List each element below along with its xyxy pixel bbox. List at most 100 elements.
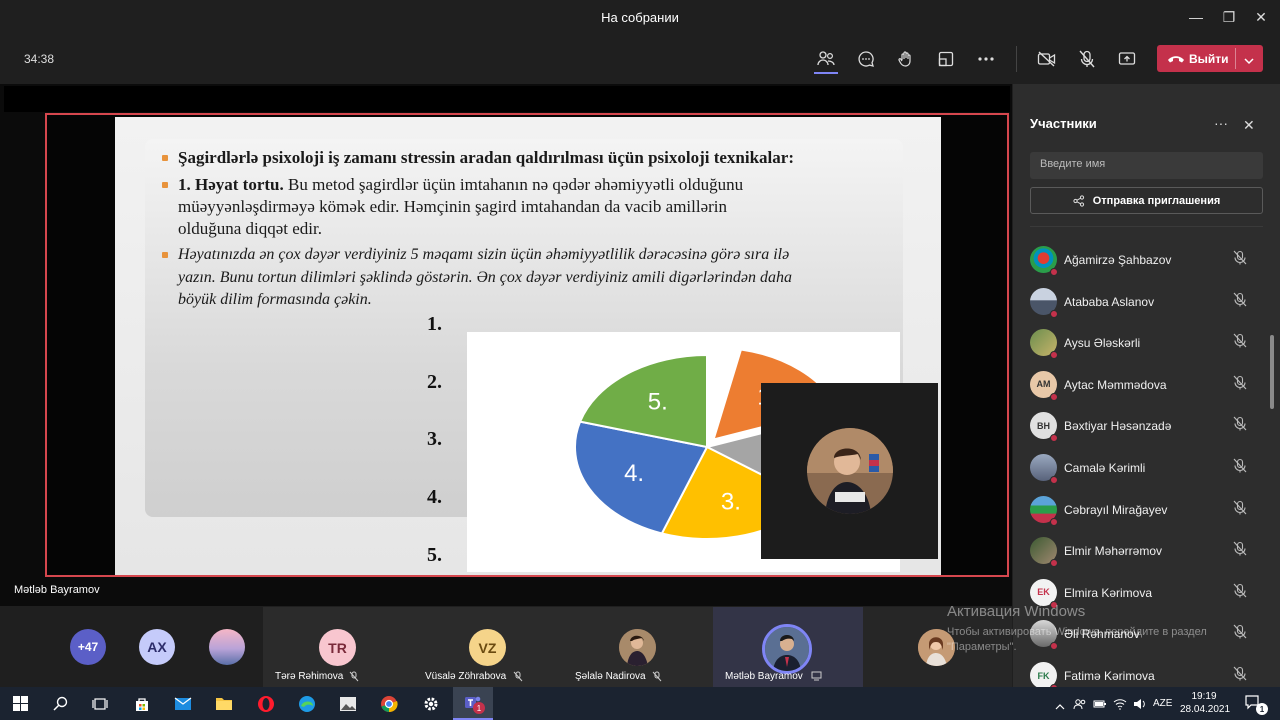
list-number-1: 1. <box>427 313 442 335</box>
avatar[interactable] <box>209 629 245 665</box>
clock[interactable]: 19:19 28.04.2021 <box>1180 690 1231 716</box>
chevron-down-icon[interactable] <box>1243 53 1255 71</box>
participant-name: Atababa Aslanov <box>1064 294 1155 309</box>
participant-name: Elmir Məhərrəmov <box>1064 544 1163 559</box>
stage-top-bar <box>4 86 1010 112</box>
leave-button[interactable]: Выйти <box>1157 45 1263 72</box>
participant-row[interactable]: AM Aytac Məmmədova <box>1013 365 1268 405</box>
mic-off-icon <box>349 671 359 684</box>
volume-icon[interactable] <box>1133 697 1147 715</box>
participant-name: Aysu Ələskərli <box>1064 336 1141 351</box>
mic-off-icon <box>1233 250 1247 271</box>
search-icon[interactable] <box>40 687 80 720</box>
mic-off-icon <box>1233 375 1247 396</box>
opera-icon[interactable] <box>246 687 286 720</box>
overflow-participants-button[interactable]: +47 <box>70 629 106 665</box>
share-screen-icon[interactable] <box>1111 44 1143 74</box>
photos-icon[interactable] <box>328 687 368 720</box>
activation-watermark-title: Активация Windows <box>947 603 1086 620</box>
participant-row[interactable]: Cəbrayıl Mirağayev <box>1013 490 1268 530</box>
activation-watermark-text: Чтобы активировать Windows, перейдите в … <box>947 625 1247 655</box>
avatar <box>619 629 656 666</box>
close-window-button[interactable]: ✕ <box>1242 0 1280 34</box>
clock-time: 19:19 <box>1191 691 1217 702</box>
slide-item1-title: 1. Həyat tortu. <box>178 175 284 194</box>
leave-divider <box>1235 48 1236 69</box>
slide-item1-line1: 1. Həyat tortu. Bu metod şagirdlər üçün … <box>178 174 743 196</box>
participant-row[interactable]: Atababa Aslanov <box>1013 282 1268 322</box>
avatar: VZ <box>469 629 506 666</box>
panel-more-icon[interactable]: ··· <box>1214 115 1228 131</box>
avatar[interactable]: AX <box>139 629 175 665</box>
edge-icon[interactable] <box>287 687 327 720</box>
status-badge <box>1050 268 1058 276</box>
mic-off-icon <box>513 671 523 684</box>
participant-name: Fatimə Kərimova <box>1064 669 1155 683</box>
list-number-2: 2. <box>427 371 442 393</box>
status-badge <box>1050 309 1058 318</box>
bullet-marker <box>162 182 168 188</box>
mic-off-icon <box>1233 292 1247 313</box>
panel-divider <box>1030 226 1263 227</box>
participant-row[interactable]: Ağamirzə Şahbazov <box>1013 240 1268 280</box>
participant-name: Ağamirzə Şahbazov <box>1064 253 1172 267</box>
file-explorer-icon[interactable] <box>204 687 244 720</box>
battery-icon[interactable] <box>1093 697 1107 715</box>
participant-search-input[interactable]: Введите имя <box>1030 152 1263 179</box>
clock-date: 28.04.2021 <box>1180 704 1231 715</box>
avatar: TR <box>319 629 356 666</box>
windows-start-icon[interactable] <box>0 687 40 720</box>
mic-off-icon <box>1233 500 1247 521</box>
store-icon[interactable] <box>122 687 162 720</box>
send-invite-button[interactable]: Отправка приглашения <box>1030 187 1263 214</box>
wifi-icon[interactable] <box>1113 697 1127 715</box>
chevron-up-icon[interactable] <box>1055 698 1065 716</box>
hang-up-icon <box>1167 52 1185 70</box>
language-indicator[interactable]: AZE <box>1153 698 1172 709</box>
slide-item1-text: Bu metod şagirdlər üçün imtahanın nə qəd… <box>283 175 744 194</box>
participant-name: Cəbrayıl Mirağayev <box>1064 502 1168 517</box>
participant-row[interactable]: Elmir Məhərrəmov <box>1013 531 1268 571</box>
activation-watermark-line: "Параметры". <box>947 641 1017 653</box>
slide-item2-line1: Həyatınızda ən çox dəyər verdiyiniz 5 mə… <box>178 246 790 263</box>
raise-hand-icon[interactable] <box>890 44 922 74</box>
notifications-count: 1 <box>1256 703 1268 715</box>
panel-close-icon[interactable]: ✕ <box>1243 117 1255 134</box>
slide-item2-line2: yazın. Bunu tortun dilimləri şəklində gö… <box>178 269 792 286</box>
mic-off-icon <box>652 671 662 684</box>
status-badge <box>1050 392 1058 401</box>
presenter-avatar <box>807 428 893 514</box>
participant-name: Bəxtiyar Həsənzadə <box>1064 419 1172 434</box>
more-actions-icon[interactable] <box>970 44 1002 74</box>
chrome-icon[interactable] <box>369 687 409 720</box>
participant-row[interactable]: Aysu Ələskərli <box>1013 323 1268 363</box>
chat-icon[interactable] <box>850 44 882 74</box>
mic-off-icon <box>1233 333 1247 354</box>
participants-icon[interactable] <box>810 44 842 74</box>
rooms-icon[interactable] <box>930 44 962 74</box>
slide-heading: Şagirdlərlə psixoloji iş zamanı stressin… <box>178 148 794 167</box>
participant-row[interactable]: BH Bəxtiyar Həsənzadə <box>1013 406 1268 446</box>
send-invite-label: Отправка приглашения <box>1092 194 1221 207</box>
mic-off-icon[interactable] <box>1071 44 1103 74</box>
status-badge <box>1050 517 1058 526</box>
participant-name: Tərə Rəhimova <box>275 671 344 682</box>
camera-off-icon[interactable] <box>1031 44 1063 74</box>
presenter-name: Mətləb Bayramov <box>14 584 100 596</box>
screen-share-icon <box>811 671 822 683</box>
teams-icon[interactable] <box>453 687 493 720</box>
activation-watermark-line: Чтобы активировать Windows, перейдите в … <box>947 626 1207 638</box>
list-number-5: 5. <box>427 544 442 566</box>
panel-scrollbar[interactable] <box>1270 335 1274 409</box>
task-view-icon[interactable] <box>80 687 120 720</box>
mail-icon[interactable] <box>163 687 203 720</box>
people-icon[interactable] <box>1073 697 1087 715</box>
list-number-4: 4. <box>427 486 442 508</box>
mic-off-icon <box>1233 416 1247 437</box>
panel-title: Участники <box>1030 116 1097 131</box>
participant-row[interactable]: Camalə Kərimli <box>1013 448 1268 488</box>
list-number-3: 3. <box>427 428 442 450</box>
status-badge <box>1050 351 1058 360</box>
bullet-marker <box>162 155 168 161</box>
settings-icon[interactable] <box>411 687 451 720</box>
